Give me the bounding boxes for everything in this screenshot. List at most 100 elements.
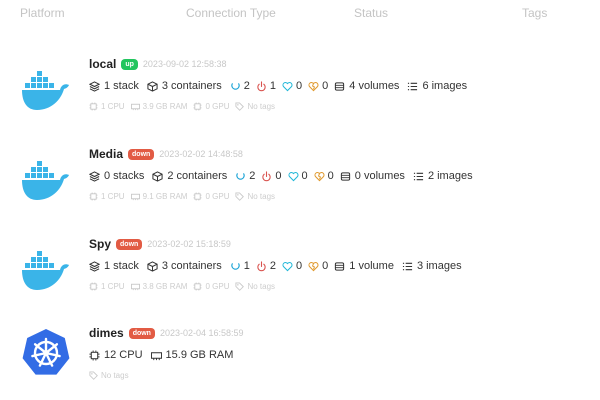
images-stat: 6 images bbox=[407, 80, 467, 92]
stacks-count: 1 stack bbox=[104, 260, 139, 272]
heart-icon bbox=[282, 261, 293, 271]
tags-value: No tags bbox=[247, 191, 276, 201]
cpu-icon bbox=[89, 191, 98, 201]
docker-whale-icon bbox=[20, 246, 72, 298]
header-connection-type[interactable]: Connection Type bbox=[186, 6, 276, 20]
containers-stat: 3 containers bbox=[147, 80, 222, 92]
status-badge: down bbox=[116, 238, 143, 250]
box-icon bbox=[152, 170, 163, 182]
environment-name[interactable]: Media bbox=[89, 147, 123, 161]
power-icon bbox=[257, 260, 266, 271]
ram-value: 15.9 GB RAM bbox=[165, 349, 234, 361]
header-status[interactable]: Status bbox=[354, 6, 388, 20]
docker-whale-icon bbox=[20, 66, 72, 118]
running-stat: 0 bbox=[282, 80, 302, 92]
stopped-count: 0 bbox=[322, 260, 329, 272]
heart-icon bbox=[282, 81, 293, 91]
database-icon bbox=[340, 171, 350, 181]
containers-stat: 3 containers bbox=[147, 260, 222, 272]
running-stat: 0 bbox=[282, 260, 302, 272]
images-count: 3 images bbox=[416, 260, 462, 272]
last-check-time: 2023-02-04 16:58:59 bbox=[159, 328, 244, 338]
volumes-stat: 0 volumes bbox=[340, 170, 405, 182]
running-count: 0 bbox=[301, 170, 308, 182]
unhealthy-count: 2 bbox=[269, 260, 277, 272]
cpu-info: 1 CPU bbox=[89, 192, 125, 201]
environment-row-spy[interactable]: Spy down 2023-02-02 15:18:59 1 stack 3 c… bbox=[0, 236, 600, 316]
gpu-icon bbox=[193, 191, 203, 201]
list-icon bbox=[408, 82, 418, 90]
volumes-stat: 4 volumes bbox=[334, 80, 399, 92]
gpu-info: 0 GPU bbox=[193, 282, 229, 291]
volumes-count: 1 volume bbox=[349, 260, 394, 272]
gpu-icon bbox=[193, 101, 203, 111]
cpu-value: 1 CPU bbox=[101, 191, 125, 201]
cpu-icon bbox=[89, 349, 100, 361]
memory-icon bbox=[150, 351, 162, 360]
memory-icon bbox=[130, 193, 140, 200]
environment-name[interactable]: Spy bbox=[89, 237, 111, 251]
table-header: Platform Connection Type Status Tags bbox=[0, 0, 600, 26]
tags-info: No tags bbox=[235, 192, 275, 201]
running-stat: 0 bbox=[288, 170, 308, 182]
environment-row-local[interactable]: local up 2023-09-02 12:58:38 1 stack 3 c… bbox=[0, 56, 600, 136]
cpu-stat: 12 CPU bbox=[89, 349, 143, 361]
volumes-count: 0 volumes bbox=[354, 170, 405, 182]
header-tags[interactable]: Tags bbox=[522, 6, 547, 20]
running-count: 0 bbox=[296, 260, 303, 272]
healthy-stat: 2 bbox=[235, 170, 255, 182]
last-check-time: 2023-02-02 15:18:59 bbox=[147, 239, 231, 249]
environment-name[interactable]: local bbox=[89, 57, 116, 71]
volumes-count: 4 volumes bbox=[349, 80, 400, 92]
heart-broken-icon bbox=[314, 171, 325, 181]
images-stat: 2 images bbox=[413, 170, 473, 182]
ram-info: 9.1 GB RAM bbox=[130, 192, 187, 201]
environment-name[interactable]: dimes bbox=[89, 326, 124, 340]
heart-icon bbox=[288, 171, 299, 181]
status-badge: up bbox=[121, 58, 138, 70]
ram-info: 3.8 GB RAM bbox=[130, 281, 188, 291]
unhealthy-stat: 2 bbox=[256, 260, 276, 272]
stacks-count: 1 stack bbox=[104, 80, 139, 92]
last-check-time: 2023-02-02 14:48:58 bbox=[159, 149, 243, 159]
power-icon bbox=[257, 80, 266, 91]
power-icon bbox=[262, 170, 272, 181]
status-badge: down bbox=[128, 148, 155, 160]
stacks-stat: 1 stack bbox=[89, 260, 139, 272]
containers-count: 3 containers bbox=[161, 260, 222, 272]
tags-info: No tags bbox=[235, 282, 275, 291]
gpu-info: 0 GPU bbox=[193, 102, 229, 111]
ram-value: 3.9 GB RAM bbox=[142, 101, 188, 111]
ram-value: 3.8 GB RAM bbox=[142, 281, 188, 291]
images-stat: 3 images bbox=[402, 260, 462, 272]
tags-value: No tags bbox=[101, 370, 129, 380]
gpu-info: 0 GPU bbox=[193, 192, 229, 201]
layers-icon bbox=[89, 80, 100, 92]
environment-row-dimes[interactable]: dimes down 2023-02-04 16:58:59 12 CPU 15… bbox=[0, 325, 600, 400]
cpu-info: 1 CPU bbox=[89, 102, 125, 111]
kubernetes-wheel-icon bbox=[20, 327, 72, 379]
running-count: 0 bbox=[296, 80, 303, 92]
ram-stat: 15.9 GB RAM bbox=[150, 349, 234, 361]
environment-row-media[interactable]: Media down 2023-02-02 14:48:58 0 stacks … bbox=[0, 146, 600, 226]
cpu-value: 12 CPU bbox=[104, 349, 143, 361]
unhealthy-stat: 0 bbox=[261, 170, 282, 182]
list-icon bbox=[402, 262, 413, 270]
heartbeat-icon bbox=[231, 82, 240, 90]
memory-icon bbox=[130, 103, 140, 110]
healthy-count: 2 bbox=[243, 80, 250, 92]
status-badge: down bbox=[128, 327, 155, 339]
tag-icon bbox=[89, 370, 98, 380]
heartbeat-icon bbox=[231, 262, 240, 270]
tags-info: No tags bbox=[89, 371, 129, 380]
stacks-stat: 0 stacks bbox=[89, 170, 144, 182]
tags-info: No tags bbox=[235, 102, 275, 111]
containers-count: 2 containers bbox=[167, 170, 228, 182]
memory-icon bbox=[130, 283, 140, 290]
stacks-count: 0 stacks bbox=[104, 170, 145, 182]
header-platform[interactable]: Platform bbox=[20, 6, 65, 20]
docker-whale-icon bbox=[20, 156, 72, 208]
gpu-value: 0 GPU bbox=[205, 281, 230, 291]
gpu-value: 0 GPU bbox=[205, 101, 230, 111]
box-icon bbox=[147, 80, 158, 92]
